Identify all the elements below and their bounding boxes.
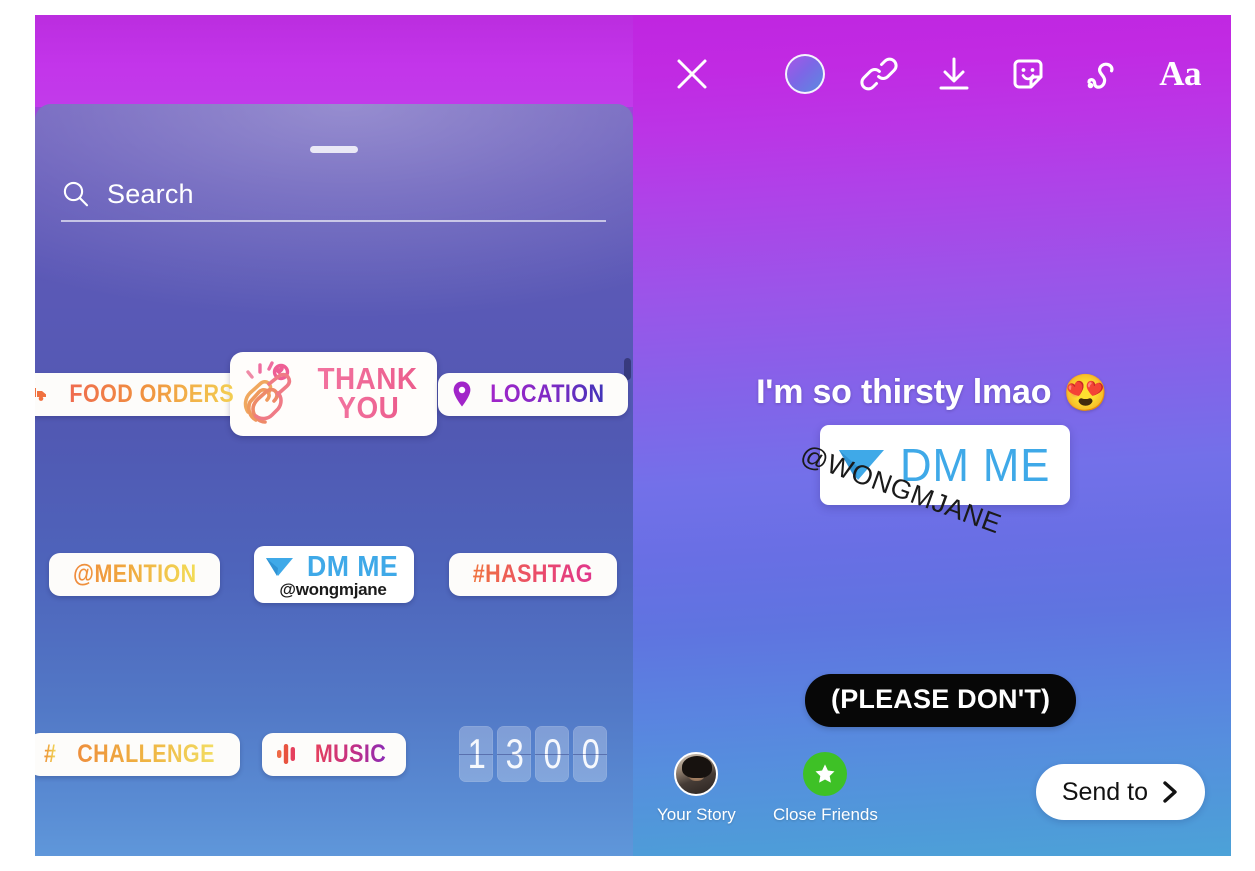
sticker-mention[interactable]: @MENTION — [48, 552, 221, 596]
sticker-row: @MENTION DM ME @wongmjane #HASHTAG — [35, 484, 633, 664]
countdown-digit-value: 0 — [543, 730, 562, 777]
link-button[interactable] — [859, 54, 899, 94]
sticker-label: #HASHTAG — [473, 559, 594, 588]
sticker-button[interactable] — [1008, 54, 1048, 94]
toolbar-actions: Aa — [785, 54, 1213, 94]
sticker-countdown[interactable]: 1 3 0 0 — [459, 726, 608, 782]
sticker-cell: 1 3 0 0 — [438, 726, 628, 782]
chevron-right-icon — [1163, 781, 1177, 803]
tag-bubble-text: (PLEASE DON'T) — [831, 684, 1051, 714]
send-to-label: Send to — [1061, 777, 1148, 806]
search-placeholder-text: Search — [107, 178, 194, 209]
sticker-cell: #HASHTAG — [438, 552, 628, 596]
link-icon — [860, 57, 898, 91]
countdown-digit-value: 0 — [581, 730, 600, 777]
avatar — [674, 752, 719, 796]
sticker-music[interactable]: MUSIC — [261, 732, 407, 776]
sticker-icon — [1013, 59, 1043, 89]
sticker-cell: # CHALLENGE — [35, 732, 240, 776]
sticker-cell: LOCATION — [438, 372, 629, 416]
send-to-button[interactable]: Send to — [1035, 764, 1205, 820]
countdown-digit: 0 — [535, 726, 570, 782]
right-phone-story-editor: Aa I'm so thirsty lmao 😍 DM ME @WONGMJAN… — [633, 15, 1231, 856]
star-icon — [815, 764, 835, 783]
sheet-drag-handle[interactable] — [310, 146, 358, 153]
close-friends-badge — [803, 752, 848, 796]
sticker-tray-sheet: Search FOOD ORDERS THANK YOU LOCATION @M… — [35, 104, 633, 856]
sticker-grid: FOOD ORDERS THANK YOU LOCATION @MENTION … — [35, 304, 633, 844]
hash-symbol-icon: # — [44, 739, 57, 768]
sticker-cell: DM ME @wongmjane — [239, 545, 429, 603]
sticker-cell: @MENTION — [40, 552, 230, 596]
story-caption[interactable]: I'm so thirsty lmao 😍 — [633, 373, 1231, 412]
screenshot-root: Search FOOD ORDERS THANK YOU LOCATION @M… — [0, 0, 1255, 871]
search-underline — [61, 220, 606, 222]
download-icon — [939, 57, 969, 90]
countdown-digit-value: 3 — [505, 730, 524, 777]
sticker-cell: FOOD ORDERS — [35, 372, 262, 416]
sticker-label: DM ME — [306, 550, 399, 583]
story-background-top — [35, 15, 633, 107]
search-input[interactable]: Search — [61, 166, 609, 222]
sticker-food-orders[interactable]: FOOD ORDERS — [35, 372, 262, 416]
text-button[interactable]: Aa — [1159, 54, 1201, 94]
sticker-challenge[interactable]: # CHALLENGE — [35, 732, 240, 776]
text-icon: Aa — [1159, 54, 1201, 93]
sticker-thank-you[interactable]: THANK YOU — [230, 352, 438, 436]
delivery-truck-icon — [35, 388, 46, 401]
destination-label: Close Friends — [773, 805, 878, 824]
thank-you-line1: THANK — [318, 360, 418, 396]
draw-icon — [1087, 62, 1114, 89]
thank-you-text: THANK YOU — [312, 360, 423, 425]
color-picker-button[interactable] — [785, 54, 825, 94]
countdown-digit: 1 — [459, 726, 494, 782]
sticker-row: FOOD ORDERS THANK YOU LOCATION — [35, 304, 633, 484]
tag-bubble[interactable]: (PLEASE DON'T) — [805, 674, 1077, 727]
sticker-label: @MENTION — [72, 559, 197, 588]
sticker-hashtag[interactable]: #HASHTAG — [449, 552, 618, 596]
story-bottom-bar: Your Story Close Friends Send to — [633, 744, 1231, 856]
story-caption-text: I'm so thirsty lmao — [756, 373, 1052, 411]
sticker-location[interactable]: LOCATION — [438, 372, 629, 416]
destination-your-story[interactable]: Your Story — [657, 752, 736, 825]
sticker-dm-me[interactable]: DM ME @wongmjane — [253, 545, 415, 603]
sticker-label: MUSIC — [314, 739, 387, 768]
story-toolbar: Aa — [633, 41, 1231, 107]
sticker-label: FOOD ORDERS — [69, 379, 235, 408]
paper-plane-icon — [265, 558, 293, 576]
color-picker-icon — [785, 54, 825, 94]
music-equalizer-icon — [276, 744, 295, 764]
heart-eyes-emoji: 😍 — [1063, 371, 1108, 413]
countdown-digit: 0 — [573, 726, 608, 782]
sticker-cell: THANK YOU — [230, 352, 438, 436]
sticker-label: CHALLENGE — [77, 739, 215, 768]
download-button[interactable] — [934, 54, 974, 94]
countdown-digit-value: 1 — [467, 730, 486, 777]
placed-dm-sticker[interactable]: DM ME @WONGMJANE — [797, 425, 1070, 539]
location-pin-icon — [454, 381, 471, 407]
destination-close-friends[interactable]: Close Friends — [773, 752, 878, 825]
sticker-row: # CHALLENGE MUSIC 1 3 0 0 — [35, 664, 633, 844]
close-button[interactable] — [675, 57, 709, 91]
draw-button[interactable] — [1083, 54, 1125, 94]
thank-you-line2: YOU — [337, 390, 399, 425]
clapping-hands-icon — [244, 361, 292, 424]
destination-label: Your Story — [657, 805, 736, 824]
left-phone-sticker-tray: Search FOOD ORDERS THANK YOU LOCATION @M… — [35, 15, 633, 856]
sticker-label: LOCATION — [490, 379, 605, 408]
countdown-digit: 3 — [497, 726, 532, 782]
sticker-cell: MUSIC — [239, 732, 429, 776]
dm-me-row: DM ME — [264, 551, 402, 584]
close-icon — [677, 59, 707, 89]
search-icon — [63, 181, 89, 207]
